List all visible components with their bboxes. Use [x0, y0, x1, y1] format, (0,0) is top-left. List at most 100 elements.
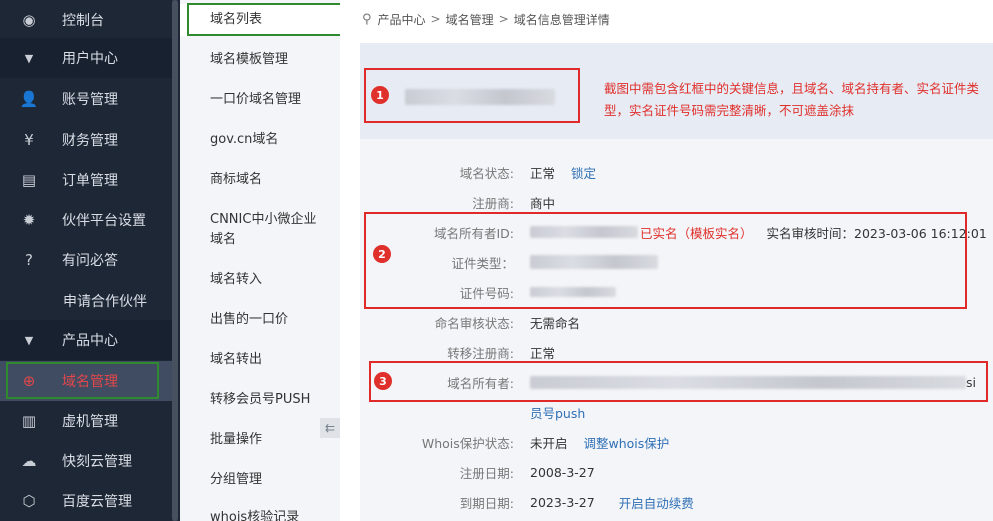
dashboard-icon: ◉: [22, 11, 36, 29]
subnav-item-transfer-in[interactable]: 域名转入: [180, 270, 340, 290]
field-exp-date: 到期日期: 2023-3-27 开启自动续费: [340, 492, 993, 512]
gear-icon: ✹: [22, 211, 36, 229]
sidebar-item-label: 虚机管理: [62, 414, 118, 430]
location-pin-icon: ⚲: [362, 11, 372, 27]
auto-renew-link[interactable]: 开启自动续费: [619, 493, 694, 512]
field-label: 证件号码:: [459, 285, 514, 301]
annotation-badge-1: 1: [371, 86, 389, 104]
breadcrumb-item[interactable]: 产品中心: [378, 11, 426, 28]
redacted-owner-id: [530, 226, 638, 238]
sidebar-item-dashboard[interactable]: ◉ 控制台: [0, 0, 172, 40]
subnav-item-sold-fixed-price[interactable]: 出售的一口价: [180, 310, 340, 330]
field-label: 域名所有者ID:: [433, 225, 514, 241]
sidebar-item-baidu-cloud[interactable]: ⬡ 百度云管理: [0, 481, 172, 521]
field-naming-review: 命名审核状态: 无需命名: [340, 312, 993, 332]
subnav-item-member-push[interactable]: 转移会员号PUSH: [180, 390, 340, 410]
scrollbar-thumb[interactable]: [172, 0, 178, 521]
field-whois: Whois保护状态: 未开启 调整whois保护: [340, 432, 993, 452]
field-label: 注册日期:: [459, 465, 514, 481]
field-value: 无需命名: [530, 315, 581, 331]
main-sidebar: ◉ 控制台 ▼ 用户中心 👤 账号管理 ¥ 财务管理 ▤ 订单管理 ✹ 伙伴平台…: [0, 0, 180, 521]
field-value: 正常: [530, 345, 556, 361]
subnav-item-template[interactable]: 域名模板管理: [180, 50, 340, 70]
sidebar-item-apply-partner[interactable]: 申请合作伙伴: [0, 281, 172, 321]
field-value: si: [530, 375, 976, 390]
sidebar-item-kuaike-cloud[interactable]: ☁ 快刻云管理: [0, 441, 172, 481]
field-domain-owner: 域名所有者: si: [340, 372, 993, 392]
field-cert-type: 证件类型：: [340, 252, 993, 272]
help-icon: ?: [25, 251, 33, 269]
sidebar-item-finance[interactable]: ¥ 财务管理: [0, 120, 172, 160]
sidebar-item-label: 有问必答: [62, 253, 118, 269]
sidebar-item-label: 快刻云管理: [62, 454, 132, 470]
subnav-item-trademark[interactable]: 商标域名: [180, 170, 340, 190]
sidebar-item-label: 伙伴平台设置: [62, 213, 146, 229]
field-value: 已实名（模板实名） 实名审核时间：2023-03-06 16:12:01: [530, 223, 987, 242]
lock-link[interactable]: 锁定: [571, 163, 596, 182]
field-label: Whois保护状态:: [421, 435, 514, 451]
highlight-box-sidebar: [6, 362, 159, 399]
owner-tail-text: si: [966, 374, 976, 390]
sidebar-item-label: 订单管理: [62, 173, 118, 189]
field-value: 2008-3-27: [530, 464, 595, 480]
field-label: 域名所有者:: [447, 375, 514, 391]
field-owner-id: 域名所有者ID: 已实名（模板实名） 实名审核时间：2023-03-06 16:…: [340, 222, 993, 242]
cube-icon: ⬡: [22, 492, 36, 510]
field-cert-number: 证件号码:: [340, 282, 993, 302]
sidebar-item-vm-management[interactable]: ▥ 虚机管理: [0, 401, 172, 441]
sidebar-item-label: 百度云管理: [62, 494, 132, 510]
field-member-push: 员号push: [340, 402, 993, 422]
field-transfer-registrar: 转移注册商: 正常: [340, 342, 993, 362]
sidebar-item-label: 账号管理: [62, 92, 118, 108]
sidebar-item-label: 控制台: [62, 13, 104, 29]
field-value: [530, 287, 616, 297]
chevron-down-icon: ▼: [24, 333, 34, 347]
annotation-box-1: [364, 68, 580, 123]
field-value: 员号push: [530, 403, 585, 422]
subnav-item-gov-cn[interactable]: gov.cn域名: [180, 130, 340, 150]
sidebar-scrollbar[interactable]: [172, 0, 178, 521]
field-domain-status: 域名状态: 正常 锁定: [340, 162, 993, 182]
sidebar-item-label: 用户中心: [62, 51, 118, 67]
field-value: 正常 锁定: [530, 163, 596, 182]
subnav-item-whois-records[interactable]: whois核验记录: [180, 508, 340, 521]
subnav-item-fixed-price[interactable]: 一口价域名管理: [180, 90, 340, 110]
member-push-link[interactable]: 员号push: [530, 403, 585, 422]
subnav-item-transfer-out[interactable]: 域名转出: [180, 350, 340, 370]
field-label: 域名状态:: [459, 165, 514, 181]
breadcrumb-separator: >: [430, 12, 441, 26]
breadcrumb-item[interactable]: 域名管理: [446, 11, 494, 28]
verified-tag: 已实名（模板实名）: [640, 225, 753, 241]
server-icon: ▥: [21, 412, 37, 430]
sidebar-item-account[interactable]: 👤 账号管理: [0, 79, 172, 119]
field-label: 注册商:: [472, 195, 514, 211]
sidebar-item-orders[interactable]: ▤ 订单管理: [0, 160, 172, 200]
sidebar-item-faq[interactable]: ? 有问必答: [0, 240, 172, 280]
breadcrumb-separator: >: [498, 12, 509, 26]
sidebar-group-user-center[interactable]: ▼ 用户中心: [0, 38, 172, 78]
field-value: 未开启 调整whois保护: [530, 433, 669, 452]
user-icon: 👤: [19, 90, 39, 108]
subnav-item-cnnic[interactable]: CNNIC中小微企业域名: [180, 210, 320, 250]
adjust-whois-link[interactable]: 调整whois保护: [584, 433, 670, 452]
domain-subnav: 域名列表 域名模板管理 一口价域名管理 gov.cn域名 商标域名 CNNIC中…: [180, 0, 340, 521]
field-registrar: 注册商: 商中: [340, 192, 993, 212]
redacted-cert-number: [530, 287, 616, 297]
yen-icon: ¥: [24, 131, 34, 149]
subnav-item-batch[interactable]: 批量操作: [180, 430, 340, 450]
clipboard-icon: ▤: [21, 171, 37, 189]
annotation-note: 截图中需包含红框中的关键信息，且域名、域名持有者、实名证件类型，实名证件号码需完…: [604, 81, 980, 118]
collapse-subnav-button[interactable]: ⇇: [320, 418, 340, 438]
breadcrumb-current: 域名信息管理详情: [513, 12, 610, 27]
sidebar-item-label: 财务管理: [62, 133, 118, 149]
field-label: 转移注册商:: [447, 345, 514, 361]
highlight-box-subnav: [187, 3, 342, 36]
subnav-item-group[interactable]: 分组管理: [180, 470, 340, 490]
field-value: [530, 255, 658, 269]
sidebar-group-product-center[interactable]: ▼ 产品中心: [0, 320, 172, 360]
field-label: 到期日期:: [459, 495, 514, 511]
field-label: 证件类型：: [451, 255, 514, 271]
cloud-icon: ☁: [21, 452, 37, 470]
sidebar-item-partner-settings[interactable]: ✹ 伙伴平台设置: [0, 200, 172, 240]
breadcrumb: ⚲ 产品中心 > 域名管理 > 域名信息管理详情: [362, 10, 610, 28]
